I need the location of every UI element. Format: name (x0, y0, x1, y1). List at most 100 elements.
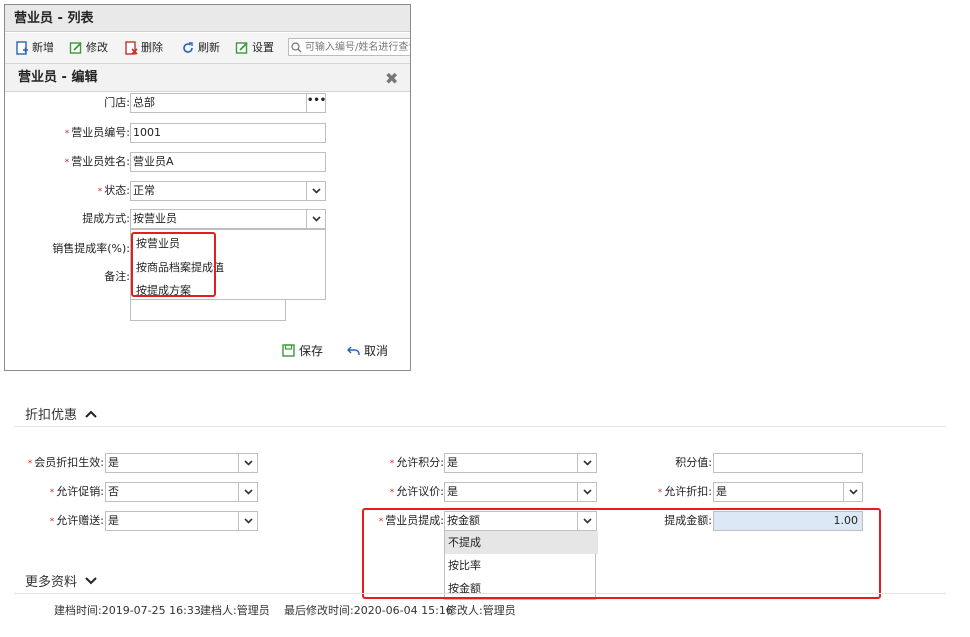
clerk-option-none[interactable]: 不提成 (445, 531, 598, 554)
modifier-label: 修改人: (446, 604, 483, 617)
store-label: 门店: (104, 96, 130, 109)
allow-points-label: * 允许积分: (389, 456, 444, 469)
created-time-value: 2019-07-25 16:33 (101, 604, 201, 617)
close-icon[interactable]: ✖ (385, 69, 398, 88)
section-divider (14, 593, 946, 594)
add-button[interactable]: 新增 (15, 39, 54, 57)
window-title: 营业员 - 列表 (5, 5, 410, 32)
clerk-list-window: 营业员 - 列表 新增 修改 删除 刷新 设置 可输入编号/姓名进行查询 营业员… (4, 4, 411, 371)
search-icon (291, 42, 302, 53)
clerk-option-rate[interactable]: 按比率 (445, 555, 598, 577)
name-input[interactable]: 营业员A (130, 152, 326, 172)
allow-points-dropdown-button[interactable] (577, 453, 597, 473)
points-value-input[interactable] (713, 453, 863, 473)
chevron-down-icon (311, 216, 321, 222)
allow-gift-select[interactable]: 是 (105, 511, 257, 531)
allow-discount-dropdown-button[interactable] (843, 482, 863, 502)
delete-button-label: 删除 (141, 41, 163, 54)
chevron-down-icon (582, 518, 592, 524)
modified-time-label: 最后修改时间: (284, 604, 354, 617)
allow-gift-label-text: 允许赠送: (56, 514, 104, 527)
member-discount-label: * 会员折扣生效: (27, 456, 104, 469)
refresh-button-label: 刷新 (198, 41, 220, 54)
commission-amount-label: 提成金额: (664, 514, 712, 527)
more-section-title: 更多资料 (25, 575, 78, 590)
chevron-down-icon (243, 460, 253, 466)
modified-time-value: 2020-06-04 15:16 (353, 604, 453, 617)
commission-option-by-clerk[interactable]: 按营业员 (133, 235, 180, 251)
delete-doc-icon (125, 41, 138, 55)
commission-amount-input[interactable]: 1.00 (713, 511, 863, 531)
status-label: * 状态: (97, 184, 130, 197)
modifier: 修改人:管理员 (446, 602, 516, 618)
commission-method-label: 提成方式: (82, 212, 130, 225)
member-discount-label-text: 会员折扣生效: (34, 456, 104, 469)
save-button[interactable]: 保存 (282, 342, 323, 358)
commission-method-select[interactable]: 按营业员 (130, 209, 326, 229)
allow-bargain-select[interactable]: 是 (444, 482, 596, 502)
cancel-button[interactable]: 取消 (347, 342, 388, 358)
more-section-header[interactable]: 更多资料 (25, 571, 97, 590)
allow-bargain-label-text: 允许议价: (396, 485, 444, 498)
allow-discount-label-text: 允许折扣: (664, 485, 712, 498)
allow-discount-label: * 允许折扣: (657, 485, 712, 498)
allow-promo-dropdown-button[interactable] (238, 482, 258, 502)
save-icon (282, 343, 295, 357)
allow-points-select[interactable]: 是 (444, 453, 596, 473)
delete-button[interactable]: 删除 (124, 39, 163, 57)
clerk-commission-label-text: 营业员提成: (385, 514, 444, 527)
clerk-commission-label: * 营业员提成: (378, 514, 444, 527)
allow-gift-label: * 允许赠送: (49, 514, 104, 527)
add-doc-icon (16, 41, 28, 55)
refresh-icon (183, 42, 193, 53)
clerk-option-amount[interactable]: 按金额 (445, 578, 598, 600)
cancel-button-label: 取消 (364, 343, 389, 358)
section-divider (14, 426, 946, 427)
commission-option-by-plan[interactable]: 按提成方案 (133, 282, 191, 298)
sales-rate-label: 销售提成率(%): (52, 242, 130, 255)
status-select[interactable]: 正常 (130, 181, 326, 201)
settings-edit-icon (235, 42, 248, 54)
clerk-commission-dropdown-button[interactable] (577, 511, 597, 531)
undo-icon (347, 345, 360, 355)
search-input[interactable]: 可输入编号/姓名进行查询 (288, 38, 410, 56)
created-time: 建档时间:2019-07-25 16:33 (54, 602, 201, 618)
edit-button[interactable]: 修改 (69, 39, 108, 57)
edit-button-label: 修改 (86, 41, 108, 54)
chevron-down-icon (243, 489, 253, 495)
discount-section-header[interactable]: 折扣优惠 (25, 404, 97, 423)
clerk-commission-select[interactable]: 按金额 (444, 511, 596, 531)
allow-bargain-dropdown-button[interactable] (577, 482, 597, 502)
refresh-button[interactable]: 刷新 (181, 39, 220, 57)
store-picker-button[interactable]: ••• (306, 93, 326, 113)
commission-method-dropdown-button[interactable] (306, 209, 326, 229)
chevron-down-icon (85, 576, 97, 584)
chevron-down-icon (582, 489, 592, 495)
member-discount-select[interactable]: 是 (105, 453, 257, 473)
allow-discount-select[interactable]: 是 (713, 482, 863, 502)
chevron-down-icon (311, 188, 321, 194)
member-discount-dropdown-button[interactable] (238, 453, 258, 473)
edit-icon (69, 42, 82, 54)
allow-promo-label-text: 允许促销: (56, 485, 104, 498)
commission-option-by-product[interactable]: 按商品档案提成值 (133, 259, 224, 275)
settings-button-label: 设置 (252, 41, 274, 54)
status-label-text: 状态: (104, 184, 130, 197)
code-input[interactable]: 1001 (130, 123, 326, 143)
creator-label: 建档人: (200, 604, 237, 617)
chevron-down-icon (582, 460, 592, 466)
allow-promo-select[interactable]: 否 (105, 482, 257, 502)
allow-bargain-label: * 允许议价: (389, 485, 444, 498)
created-time-label: 建档时间: (54, 604, 102, 617)
status-dropdown-button[interactable] (306, 181, 326, 201)
remark-label: 备注: (104, 270, 130, 283)
save-button-label: 保存 (299, 343, 324, 358)
allow-gift-dropdown-button[interactable] (238, 511, 258, 531)
toolbar: 新增 修改 删除 刷新 设置 可输入编号/姓名进行查询 (5, 33, 410, 64)
commission-method-options: 按营业员 按商品档案提成值 按提成方案 (130, 229, 326, 300)
points-value-label: 积分值: (675, 456, 712, 469)
chevron-down-icon (848, 489, 858, 495)
settings-button[interactable]: 设置 (235, 39, 274, 57)
store-input[interactable]: 总部 (130, 93, 325, 113)
discount-section-title: 折扣优惠 (25, 408, 78, 423)
